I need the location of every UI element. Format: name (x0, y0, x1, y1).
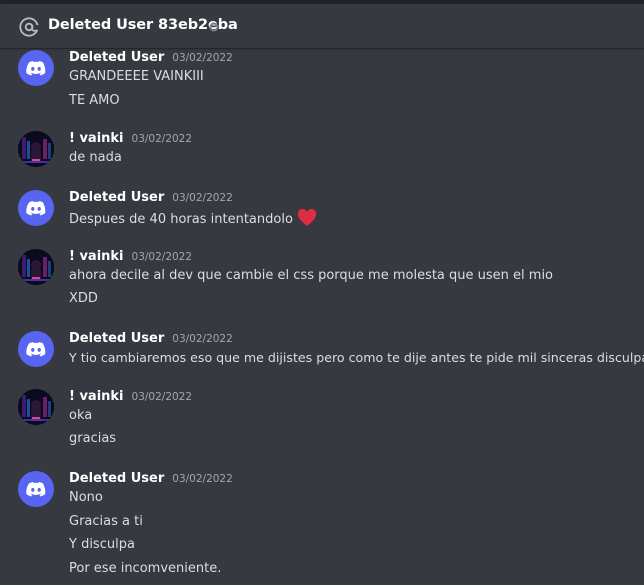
timestamp: 03/02/2022 (131, 133, 193, 145)
author-name[interactable]: Deleted User (69, 190, 164, 205)
heart-emoji-icon[interactable] (297, 209, 317, 227)
discord-logo-icon (26, 201, 46, 216)
message-line: Nono (69, 490, 103, 505)
timestamp: 03/02/2022 (172, 473, 233, 485)
message-line: GRANDEEEE VAINKIII (69, 69, 204, 84)
message-line: XDD (69, 291, 98, 306)
author-name[interactable]: Deleted User (69, 331, 164, 346)
message-line-with-emoji: Despues de 40 horas intentandolo (69, 209, 317, 227)
timestamp: 03/02/2022 (172, 52, 233, 64)
author-name[interactable]: ! vainki (69, 131, 124, 146)
discord-logo-icon (26, 482, 46, 497)
author-name[interactable]: ! vainki (69, 389, 124, 404)
message-line: de nada (69, 150, 122, 165)
timestamp: 03/02/2022 (131, 391, 193, 403)
offline-status-icon (209, 22, 219, 32)
author-name[interactable]: Deleted User (69, 50, 164, 65)
message-line: Por ese incomveniente. (69, 561, 222, 576)
channel-header: Deleted User 83eb2eba (0, 4, 644, 48)
avatar[interactable] (18, 131, 54, 167)
discord-logo-icon (26, 61, 46, 76)
message-line: gracias (69, 431, 117, 446)
message-line: ahora decile al dev que cambie el css po… (69, 268, 554, 283)
message-line: Y disculpa (69, 537, 135, 552)
message-line: oka (69, 408, 93, 423)
avatar[interactable] (18, 389, 54, 425)
author-name[interactable]: ! vainki (69, 249, 124, 264)
timestamp: 03/02/2022 (172, 192, 233, 204)
user-avatar-icon (18, 249, 54, 285)
at-icon (19, 17, 40, 37)
message-line: Y tio cambiaremos eso que me dijistes pe… (69, 350, 644, 365)
avatar[interactable] (18, 471, 54, 507)
timestamp: 03/02/2022 (172, 333, 233, 345)
discord-logo-icon (26, 342, 46, 357)
avatar[interactable] (18, 50, 54, 86)
avatar[interactable] (18, 190, 54, 226)
user-avatar-icon (18, 389, 54, 425)
avatar[interactable] (18, 249, 54, 285)
avatar[interactable] (18, 331, 54, 367)
author-name[interactable]: Deleted User (69, 471, 164, 486)
message-line: Gracias a ti (69, 514, 143, 529)
user-avatar-icon (18, 131, 54, 167)
timestamp: 03/02/2022 (131, 251, 193, 263)
message-line: TE AMO (69, 93, 120, 108)
message-text: Despues de 40 horas intentandolo (69, 212, 293, 227)
